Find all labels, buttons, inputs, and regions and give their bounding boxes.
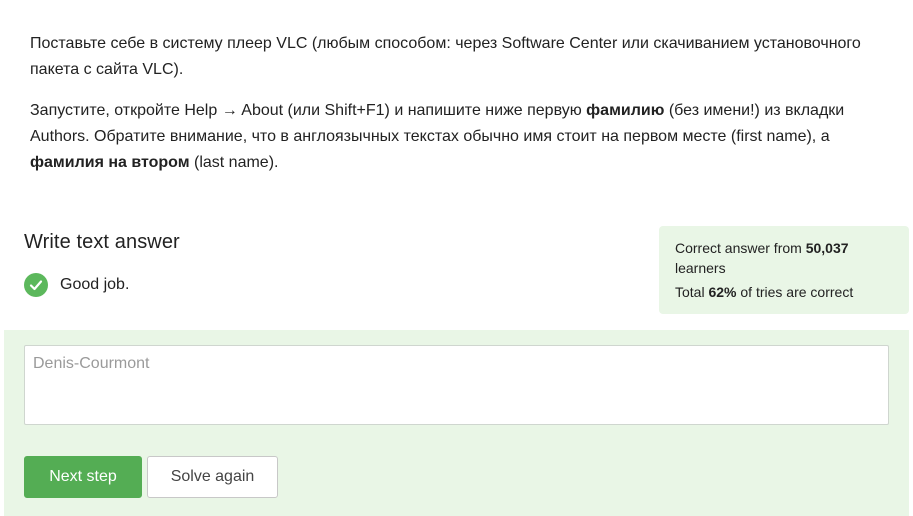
stats-learners-prefix: Correct answer from (675, 240, 806, 256)
step-paragraph-2-bold-d: фамилия на втором (30, 154, 190, 171)
stats-learners-suffix: learners (675, 260, 726, 276)
step-paragraph-2-bold-a: фамилию (586, 102, 665, 119)
answer-input[interactable] (24, 345, 889, 425)
step-text: Поставьте себе в систему плеер VLC (любы… (30, 31, 880, 191)
check-circle-icon (24, 273, 48, 297)
next-step-button[interactable]: Next step (24, 456, 142, 498)
step-paragraph-2-text-e: (last name). (189, 154, 279, 171)
step-paragraph-1-text: Поставьте себе в систему плеер VLC (любы… (30, 35, 861, 78)
step-paragraph-2: Запустите, откройте Help → About (или Sh… (30, 98, 880, 176)
stats-percent-line: Total 62% of tries are correct (675, 282, 893, 302)
feedback: Good job. (24, 273, 129, 297)
stats-learners-count: 50,037 (805, 240, 849, 256)
stats-percent-prefix: Total (675, 284, 709, 300)
stats-percent-value: 62% (708, 284, 737, 300)
answer-area: Next step Solve again (4, 330, 909, 516)
stats-box: Correct answer from 50,037 learners Tota… (659, 226, 909, 314)
check-mark-icon (29, 280, 43, 291)
solve-again-button[interactable]: Solve again (147, 456, 278, 498)
stats-percent-suffix: of tries are correct (736, 284, 854, 300)
stats-learners-line: Correct answer from 50,037 learners (675, 238, 893, 278)
answer-title: Write text answer (24, 231, 180, 253)
step-paragraph-1: Поставьте себе в систему плеер VLC (любы… (30, 31, 880, 83)
step-paragraph-2-text-a: Запустите, откройте Help → About (или Sh… (30, 102, 587, 119)
feedback-text: Good job. (60, 276, 130, 293)
